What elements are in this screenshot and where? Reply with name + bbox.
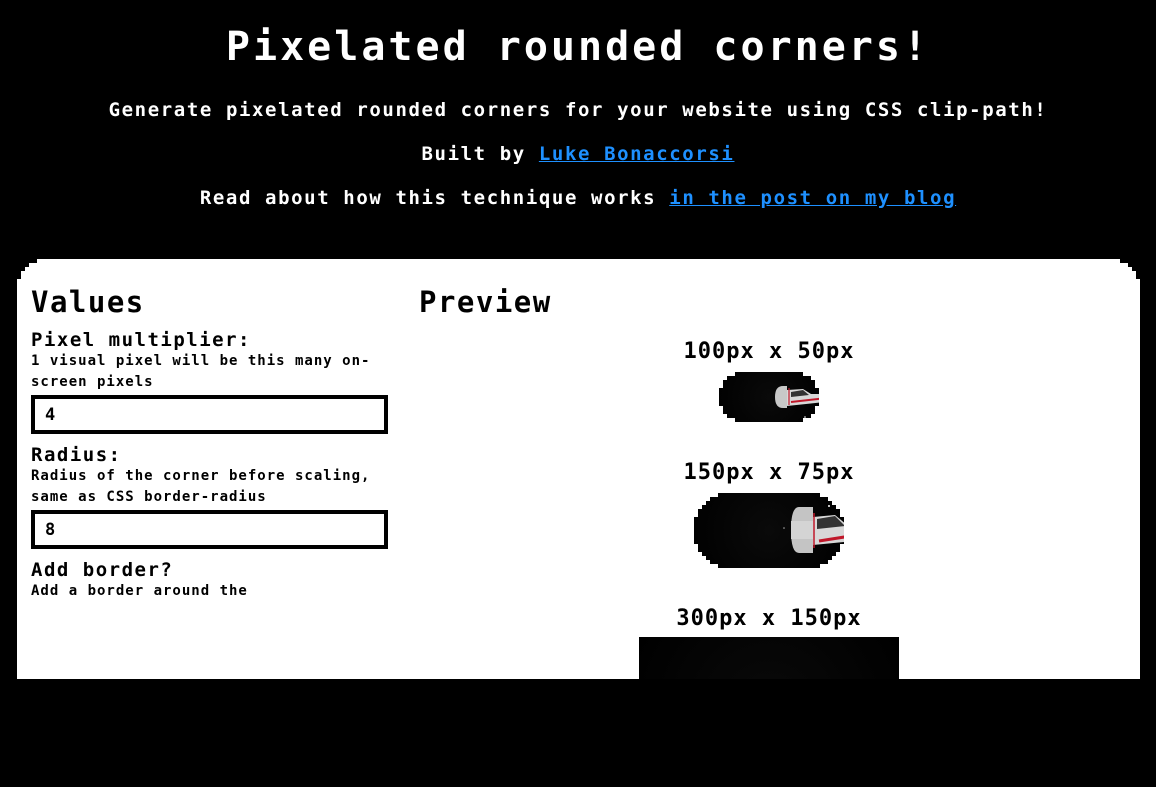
page-header: Pixelated rounded corners! Generate pixe… bbox=[0, 0, 1156, 212]
preview-item-large: 300px x 150px bbox=[419, 606, 1119, 787]
author-link[interactable]: Luke Bonaccorsi bbox=[539, 143, 735, 165]
values-column: Values Pixel multiplier: 1 visual pixel … bbox=[31, 285, 391, 612]
spaceship-image bbox=[769, 372, 869, 422]
pixel-multiplier-hint: 1 visual pixel will be this many on-scre… bbox=[31, 353, 371, 390]
radius-group: Radius: Radius of the corner before scal… bbox=[31, 444, 391, 549]
preview-box-small bbox=[719, 372, 819, 422]
add-border-hint: Add a border around the bbox=[31, 583, 248, 599]
preview-box-medium bbox=[694, 493, 844, 568]
built-by-line: Built by Luke Bonaccorsi bbox=[0, 140, 1156, 168]
preview-size-label: 300px x 150px bbox=[676, 606, 862, 631]
preview-item-medium: 150px x 75px bbox=[419, 460, 1119, 568]
add-border-label: Add border? bbox=[31, 559, 174, 581]
main-panel: Values Pixel multiplier: 1 visual pixel … bbox=[17, 259, 1140, 679]
page-subtitle: Generate pixelated rounded corners for y… bbox=[108, 99, 1048, 121]
radius-hint: Radius of the corner before scaling, sam… bbox=[31, 468, 371, 505]
preview-item-small: 100px x 50px bbox=[419, 339, 1119, 422]
radius-label: Radius: bbox=[31, 444, 122, 466]
read-about-prefix: Read about how this technique works bbox=[199, 187, 657, 209]
pixel-multiplier-group: Pixel multiplier: 1 visual pixel will be… bbox=[31, 329, 391, 434]
preview-column: Preview 100px x 50px 150px x 75px 300px … bbox=[419, 285, 1119, 319]
values-heading: Values bbox=[31, 285, 145, 319]
preview-size-label: 150px x 75px bbox=[683, 460, 855, 485]
spaceship-image bbox=[769, 493, 919, 568]
pixel-multiplier-label: Pixel multiplier: bbox=[31, 329, 251, 351]
preview-size-label: 100px x 50px bbox=[683, 339, 855, 364]
page-title: Pixelated rounded corners! bbox=[225, 24, 931, 70]
read-about-line: Read about how this technique works in t… bbox=[0, 184, 1156, 212]
preview-heading: Preview bbox=[419, 285, 552, 319]
radius-input[interactable] bbox=[31, 510, 388, 549]
built-by-prefix: Built by bbox=[421, 143, 526, 165]
pixel-multiplier-input[interactable] bbox=[31, 395, 388, 434]
add-border-group: Add border? Add a border around the bbox=[31, 559, 391, 602]
blog-post-link[interactable]: in the post on my blog bbox=[669, 187, 956, 209]
preview-box-large bbox=[639, 637, 899, 787]
